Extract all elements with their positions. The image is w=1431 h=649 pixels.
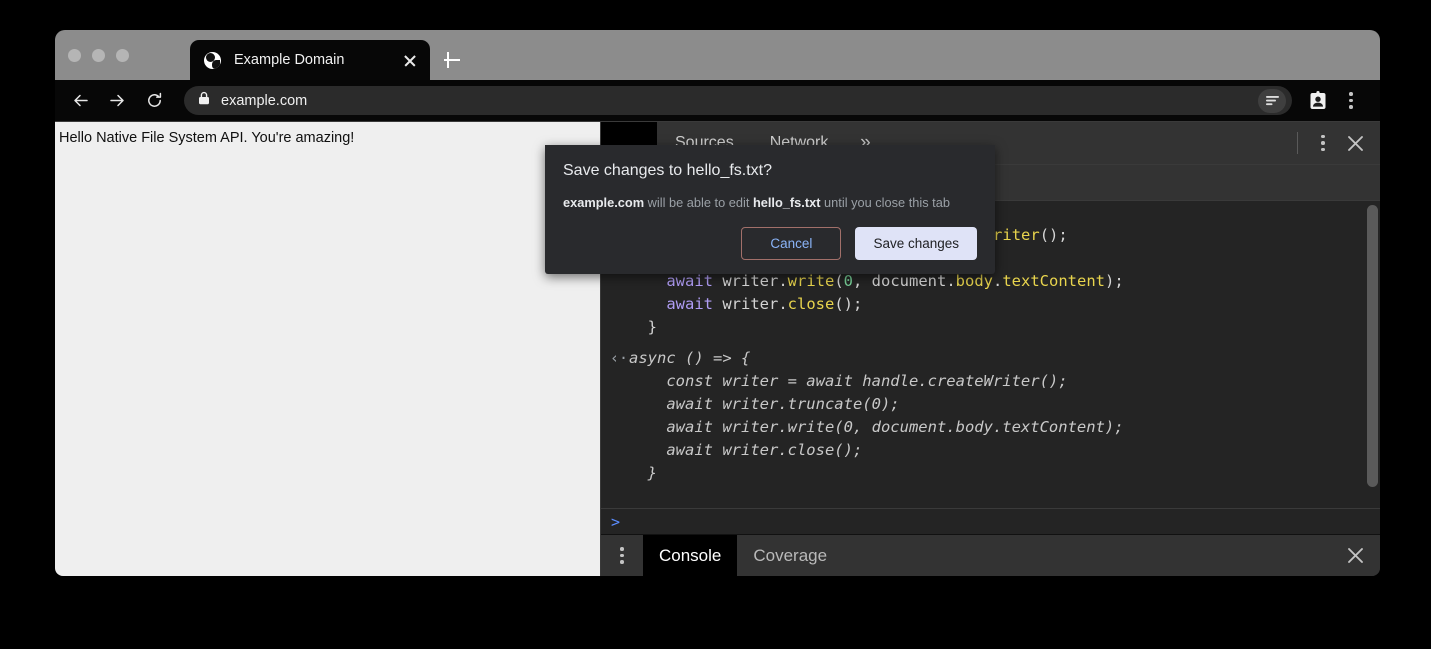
- console-result-line: await writer.write(0, document.body.text…: [601, 416, 1380, 439]
- dialog-title: Save changes to hello_fs.txt?: [563, 162, 977, 180]
- console-result-line: const writer = await handle.createWriter…: [601, 370, 1380, 393]
- profile-badge-icon[interactable]: [1303, 86, 1333, 116]
- address-bar[interactable]: example.com: [184, 86, 1292, 115]
- browser-window: Example Domain example.com: [55, 30, 1380, 576]
- console-result-line: await writer.truncate(0);: [601, 393, 1380, 416]
- console-scrollbar[interactable]: [1367, 205, 1378, 487]
- save-changes-dialog: Save changes to hello_fs.txt? example.co…: [545, 145, 995, 274]
- browser-tab-example-domain[interactable]: Example Domain: [190, 40, 430, 80]
- maximize-window-button[interactable]: [116, 49, 129, 62]
- close-drawer-icon[interactable]: [1342, 535, 1380, 577]
- drawer-menu-icon[interactable]: [601, 535, 643, 577]
- browser-toolbar: example.com: [55, 80, 1380, 122]
- save-changes-button[interactable]: Save changes: [855, 227, 977, 260]
- reading-list-icon[interactable]: [1258, 89, 1286, 113]
- console-result-entry: ‹· async () => { const writer = await ha…: [601, 347, 1380, 485]
- back-arrow-icon[interactable]: [63, 84, 97, 118]
- close-devtools-icon[interactable]: [1342, 122, 1380, 165]
- close-tab-icon[interactable]: [400, 50, 420, 70]
- new-tab-button[interactable]: [440, 48, 464, 72]
- drawer-tab-coverage[interactable]: Coverage: [737, 535, 843, 577]
- devtools-menu-icon[interactable]: [1304, 122, 1342, 165]
- forward-arrow-icon[interactable]: [100, 84, 134, 118]
- lock-icon: [198, 91, 210, 110]
- console-code-line: await writer.close();: [601, 293, 1380, 316]
- dialog-mid-text: will be able to edit: [644, 195, 753, 210]
- url-text: example.com: [221, 93, 1247, 109]
- tab-title: Example Domain: [234, 52, 400, 68]
- page-body-text: Hello Native File System API. You're ama…: [59, 130, 592, 146]
- dialog-body-text: example.com will be able to edit hello_f…: [563, 195, 977, 210]
- dialog-filename: hello_fs.txt: [753, 195, 821, 210]
- result-arrow-icon: ‹·: [610, 347, 628, 370]
- dialog-tail-text: until you close this tab: [821, 195, 950, 210]
- window-traffic-lights: [68, 49, 129, 62]
- drawer-tabbar: Console Coverage: [601, 534, 1380, 576]
- dialog-origin: example.com: [563, 195, 644, 210]
- drawer-tab-console[interactable]: Console: [643, 535, 737, 577]
- browser-menu-icon[interactable]: [1336, 86, 1366, 116]
- console-result-line: async () => {: [601, 347, 1380, 370]
- console-code-line: }: [601, 316, 1380, 339]
- tab-strip: Example Domain: [55, 30, 1380, 80]
- page-viewport: Hello Native File System API. You're ama…: [55, 122, 600, 576]
- console-result-line: }: [601, 462, 1380, 485]
- minimize-window-button[interactable]: [92, 49, 105, 62]
- prompt-chevron-icon: >: [611, 513, 620, 531]
- globe-icon: [204, 52, 221, 69]
- tabbar-divider: [1297, 132, 1298, 154]
- console-prompt-row[interactable]: >: [601, 508, 1380, 534]
- reload-icon[interactable]: [137, 84, 171, 118]
- console-result-line: await writer.close();: [601, 439, 1380, 462]
- close-window-button[interactable]: [68, 49, 81, 62]
- dialog-actions: Cancel Save changes: [741, 227, 977, 260]
- cancel-button[interactable]: Cancel: [741, 227, 841, 260]
